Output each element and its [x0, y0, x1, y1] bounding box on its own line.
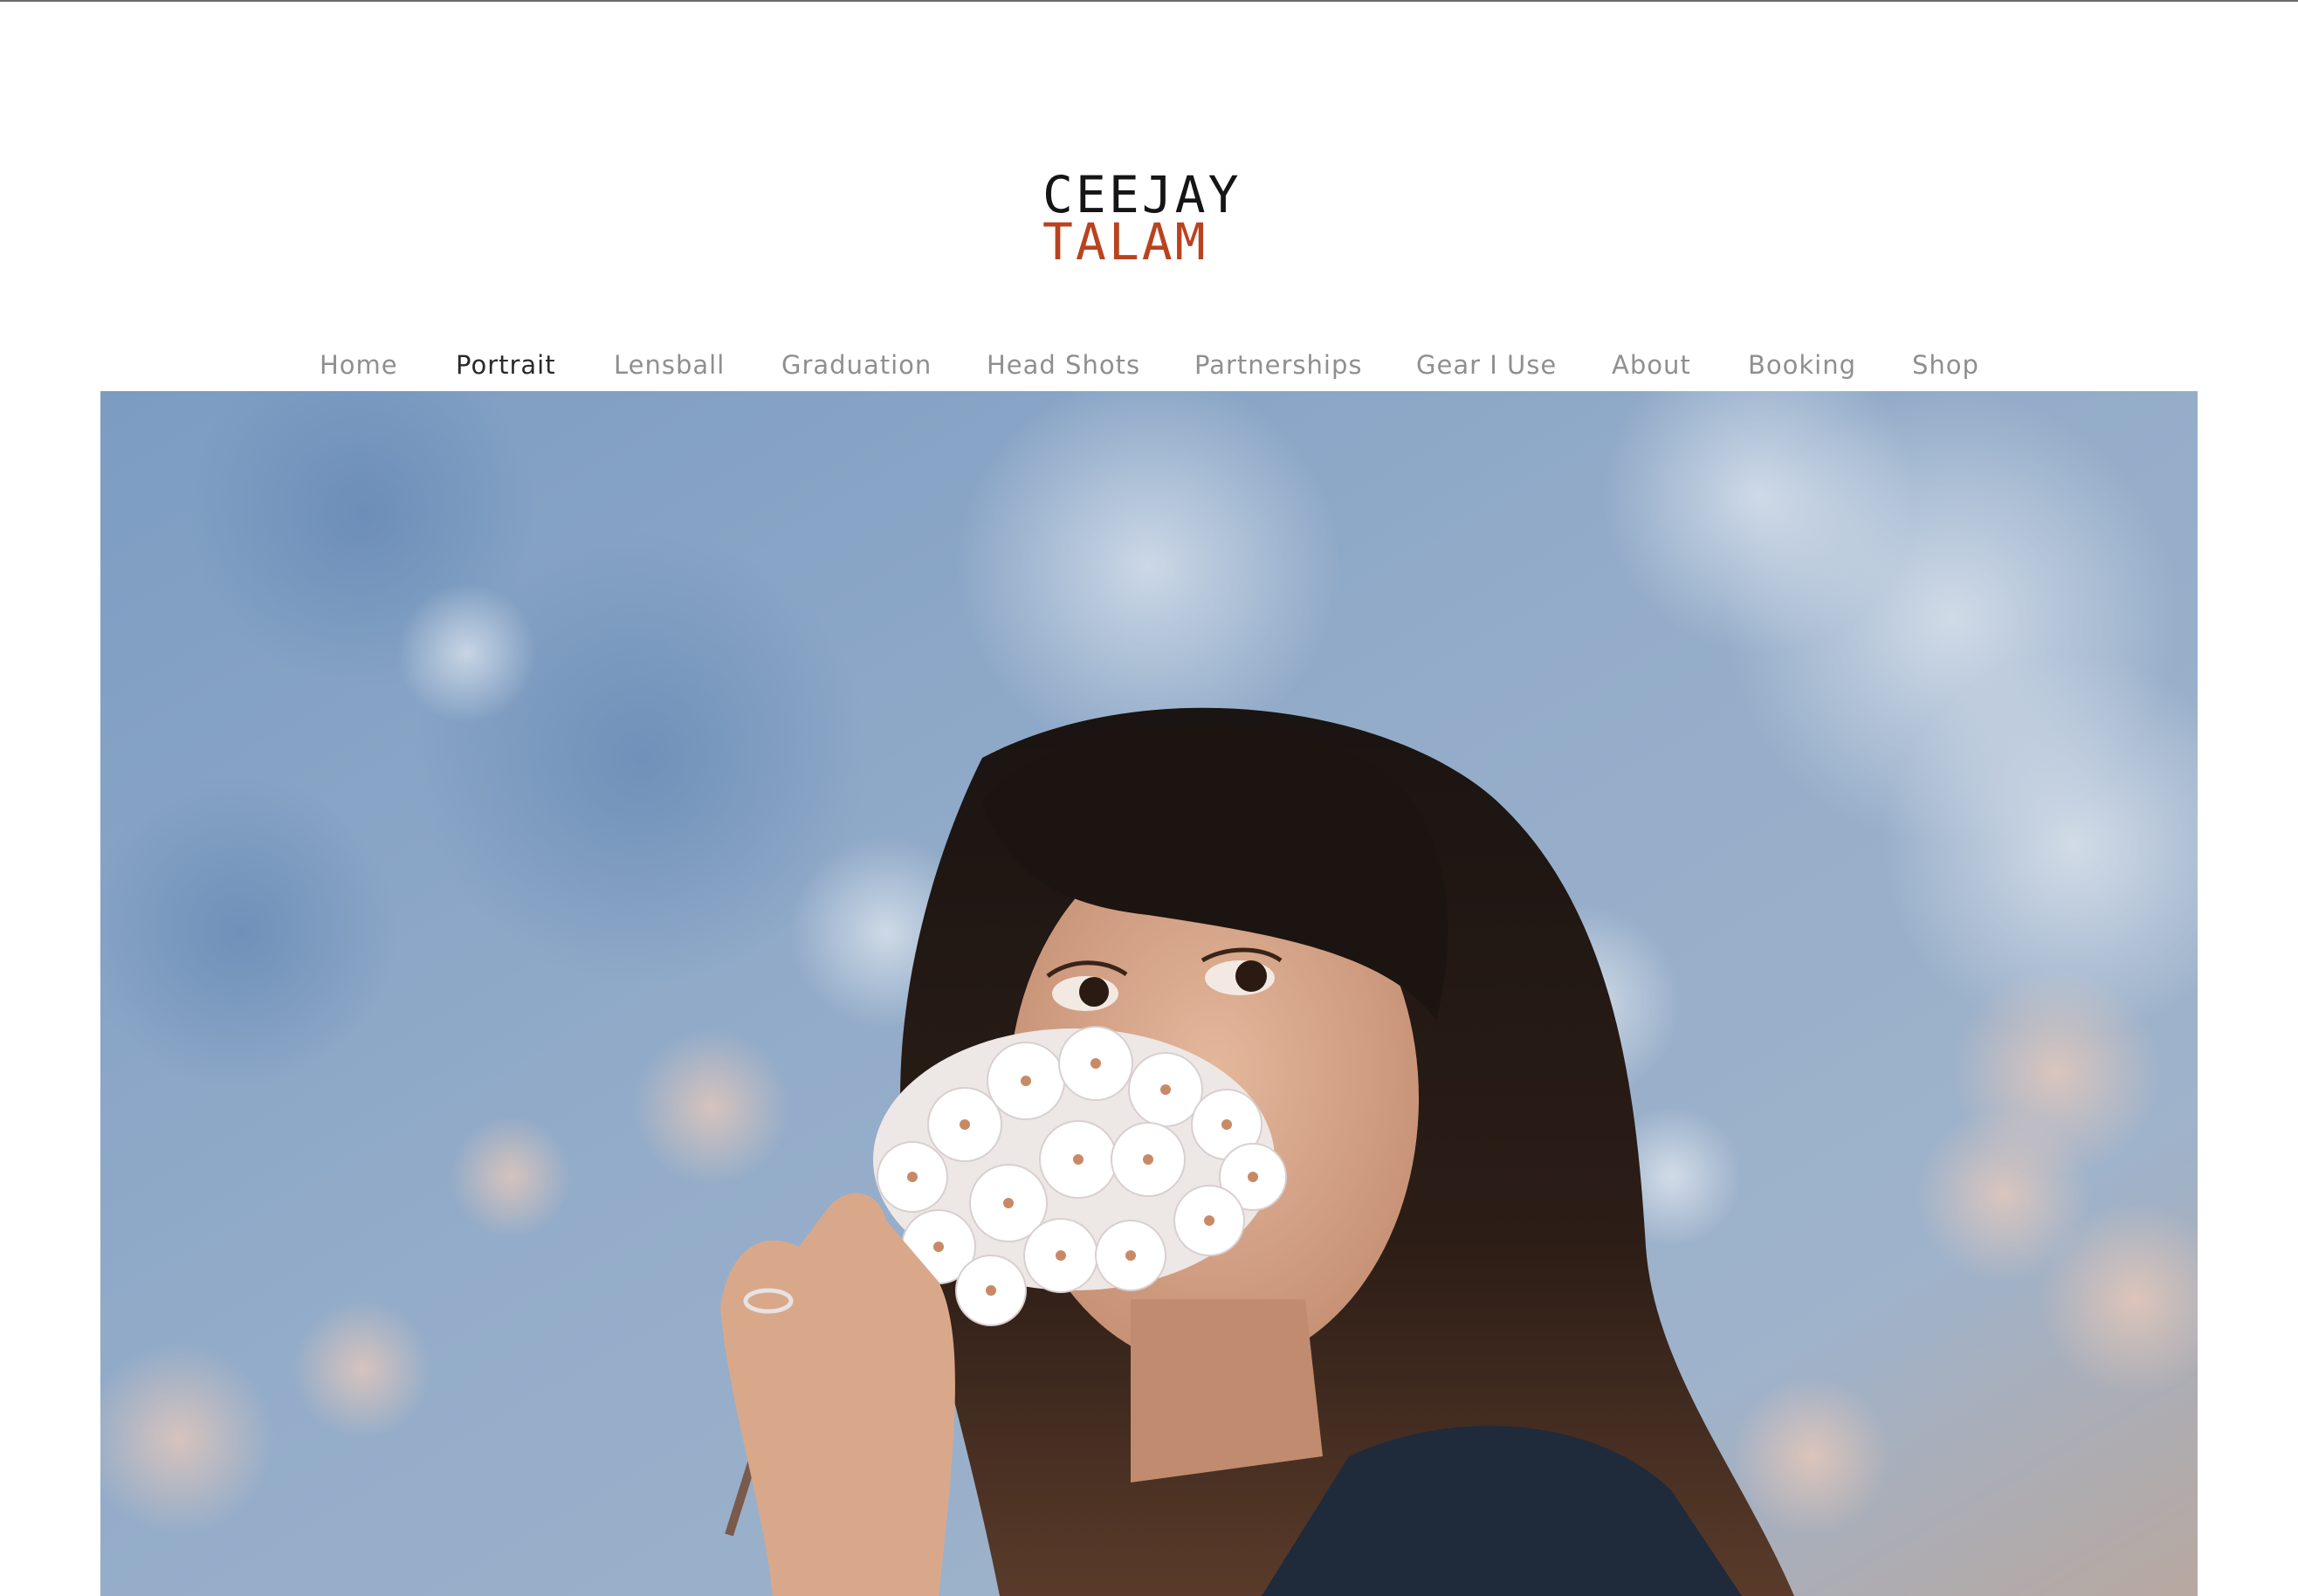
- portrait-photo: [100, 391, 2198, 1596]
- nav-item-partnerships[interactable]: Partnerships: [1194, 346, 1362, 384]
- top-divider: [0, 0, 2298, 2]
- hero-portrait-image: [100, 391, 2198, 1596]
- nav-item-gear-i-use[interactable]: Gear I Use: [1416, 346, 1557, 384]
- nav-item-portrait[interactable]: Portrait: [456, 346, 556, 384]
- nav-item-shop[interactable]: Shop: [1912, 346, 1979, 384]
- logo-first-name: CEEJAY: [1042, 165, 1242, 224]
- nav-item-home[interactable]: Home: [320, 346, 398, 384]
- nav-item-booking[interactable]: Booking: [1748, 346, 1856, 384]
- main-nav: Home Portrait Lensball Graduation Head S…: [0, 346, 2298, 389]
- nav-item-graduation[interactable]: Graduation: [781, 346, 932, 384]
- logo-last-name: TALAM: [1042, 212, 1208, 272]
- site-logo[interactable]: CEEJAY TALAM: [1042, 165, 1242, 272]
- nav-item-head-shots[interactable]: Head Shots: [987, 346, 1140, 384]
- nav-item-lensball[interactable]: Lensball: [614, 346, 725, 384]
- nav-item-about[interactable]: About: [1612, 346, 1691, 384]
